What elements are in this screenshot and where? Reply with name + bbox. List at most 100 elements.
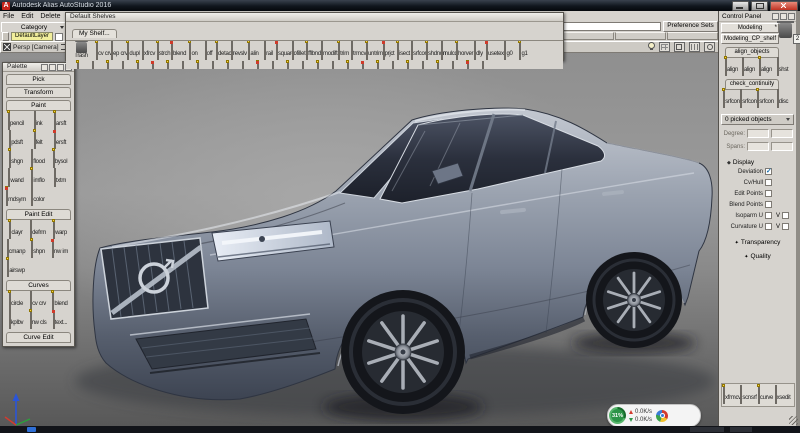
shelf-tool[interactable]: mulcd [441, 42, 456, 60]
palette-tool-icon[interactable] [9, 291, 11, 310]
shelf-tool[interactable]: dly [471, 42, 486, 60]
shelf-tool-icon[interactable] [77, 61, 79, 69]
grid-icon[interactable] [689, 42, 700, 52]
shelf-tool[interactable]: ep crv [111, 42, 126, 60]
shelf-tool[interactable]: alin [246, 42, 261, 60]
palette-pin-icon[interactable] [41, 64, 48, 71]
palette-tool-icon[interactable] [53, 310, 55, 329]
cp-tool[interactable]: disc [774, 90, 791, 108]
shelf-tool[interactable]: g1 [516, 42, 531, 60]
cp-restore-icon[interactable] [772, 13, 779, 20]
spans-field-v[interactable] [771, 142, 793, 151]
shelf-tool[interactable]: modift [321, 42, 336, 60]
menu-item[interactable]: Edit [21, 13, 33, 20]
palette-titlebar[interactable]: Palette [3, 63, 74, 72]
shelf-tool[interactable]: dupl [126, 42, 141, 60]
display-row-checkbox[interactable] [765, 179, 772, 186]
cp-shelf-dropdown[interactable]: Modeling_CP_shelf [721, 34, 779, 44]
shelf-tool-icon[interactable] [474, 41, 476, 60]
palette-tool[interactable]: warp [49, 221, 71, 239]
shelf-tool-icon[interactable] [407, 61, 409, 69]
shelf-tool[interactable]: on [186, 42, 201, 60]
cp-tool-icon[interactable] [725, 57, 727, 76]
palette-tool-icon[interactable] [7, 258, 9, 277]
cp-tool[interactable]: srfcon [757, 90, 774, 108]
taskbar-app-icon[interactable] [27, 427, 36, 432]
maximize-button[interactable] [751, 1, 768, 11]
palette-tool[interactable]: imflo [27, 169, 49, 187]
palette-tool-icon[interactable] [9, 149, 11, 168]
shelf-tool-icon[interactable] [122, 61, 124, 69]
shelf-tool-icon[interactable] [157, 41, 159, 60]
palette-tool[interactable]: shgn [5, 150, 27, 168]
layer-checkbox[interactable] [55, 33, 63, 41]
shelf-tool[interactable] [460, 62, 475, 69]
shelf-tool-icon[interactable] [171, 41, 173, 60]
cp-tool-icon[interactable] [777, 89, 779, 108]
shelf-tool-icon[interactable] [321, 41, 323, 60]
shelf-tool-icon[interactable] [482, 61, 484, 69]
shelf-tool-icon[interactable] [362, 61, 364, 69]
shelf-tool-icon[interactable] [272, 61, 274, 69]
palette-tool-icon[interactable] [53, 149, 55, 168]
taskbar[interactable] [0, 426, 800, 433]
palette-tool-icon[interactable] [52, 239, 54, 258]
degree-field-v[interactable] [771, 129, 793, 138]
shelf-tool[interactable] [400, 62, 415, 69]
palette-tool[interactable]: txtm [49, 169, 71, 187]
shelf-tool[interactable] [370, 62, 385, 69]
palette-tool[interactable]: blend [49, 292, 71, 310]
cp-tool[interactable]: srfcon [723, 90, 740, 108]
shelf-tool-icon[interactable] [377, 61, 379, 69]
shelf-tool[interactable] [355, 62, 370, 69]
palette-tool[interactable]: nw im [49, 240, 71, 258]
palette-tab-curve-edit[interactable]: Curve Edit [6, 332, 71, 343]
shelf-tool[interactable]: square [276, 42, 291, 60]
shelf-tool-icon[interactable] [452, 61, 454, 69]
palette-tool-icon[interactable] [53, 220, 55, 239]
network-monitor-overlay[interactable]: 31% 0.0K/s 0.0K/s [607, 404, 701, 427]
cp-tool[interactable]: xsedit [774, 386, 791, 404]
shelf-tool[interactable]: shdnon [426, 42, 441, 60]
palette-tool[interactable]: nw cls [27, 311, 49, 329]
side-tab[interactable]: 2 [793, 34, 800, 44]
close-button[interactable] [770, 1, 798, 11]
palette-tool-icon[interactable] [7, 239, 9, 258]
palette-tool[interactable]: clayr [5, 221, 27, 239]
cp-collapse-icon[interactable] [780, 13, 787, 20]
palette-tab-pick[interactable]: Pick [6, 74, 71, 85]
shelf-tool-icon[interactable] [486, 41, 488, 60]
shelf-tool[interactable] [115, 62, 130, 69]
shelf-tool[interactable]: prjct [381, 42, 396, 60]
cp-tab-check-continuity[interactable]: check_continuity [725, 79, 779, 90]
shelf-tool[interactable] [100, 62, 115, 69]
shelf-tool-icon[interactable] [264, 41, 266, 60]
cp-tab-align-objects[interactable]: align_objects [725, 47, 779, 58]
minimize-button[interactable] [732, 1, 749, 11]
palette-collapse-icon[interactable] [57, 64, 64, 71]
palette-tool-icon[interactable] [31, 239, 33, 258]
palette-tab-paint[interactable]: Paint [6, 100, 71, 111]
shelf-tool[interactable]: isect [396, 42, 411, 60]
shelf-tool[interactable]: fflbnd [306, 42, 321, 60]
palette-tool-icon[interactable] [8, 111, 10, 130]
palette-tool[interactable]: arsft [49, 112, 71, 130]
palette-tool-icon[interactable] [6, 187, 8, 206]
shelf-tool-icon[interactable] [347, 61, 349, 69]
promptline-input[interactable] [563, 22, 661, 31]
palette-tool-icon[interactable] [9, 130, 11, 149]
palette-tool[interactable]: mdsym [5, 188, 27, 206]
shelf-tool[interactable] [475, 62, 490, 69]
cp-menu-icon[interactable] [788, 13, 795, 20]
palette-tool[interactable]: bysol [49, 150, 71, 168]
shelf-tool-icon[interactable] [182, 61, 184, 69]
display-row-second-checkbox[interactable] [782, 223, 789, 230]
cp-tool-icon[interactable] [742, 57, 744, 76]
shelf-tool-icon[interactable] [306, 41, 308, 60]
car-model-canvas[interactable] [0, 51, 718, 426]
shelf-tool[interactable] [160, 62, 175, 69]
taskbar-tray[interactable] [690, 427, 724, 432]
shelf-tool[interactable]: untrim [366, 42, 381, 60]
shelf-tool[interactable]: cv crv [96, 42, 111, 60]
shelf-tool[interactable] [325, 62, 340, 69]
